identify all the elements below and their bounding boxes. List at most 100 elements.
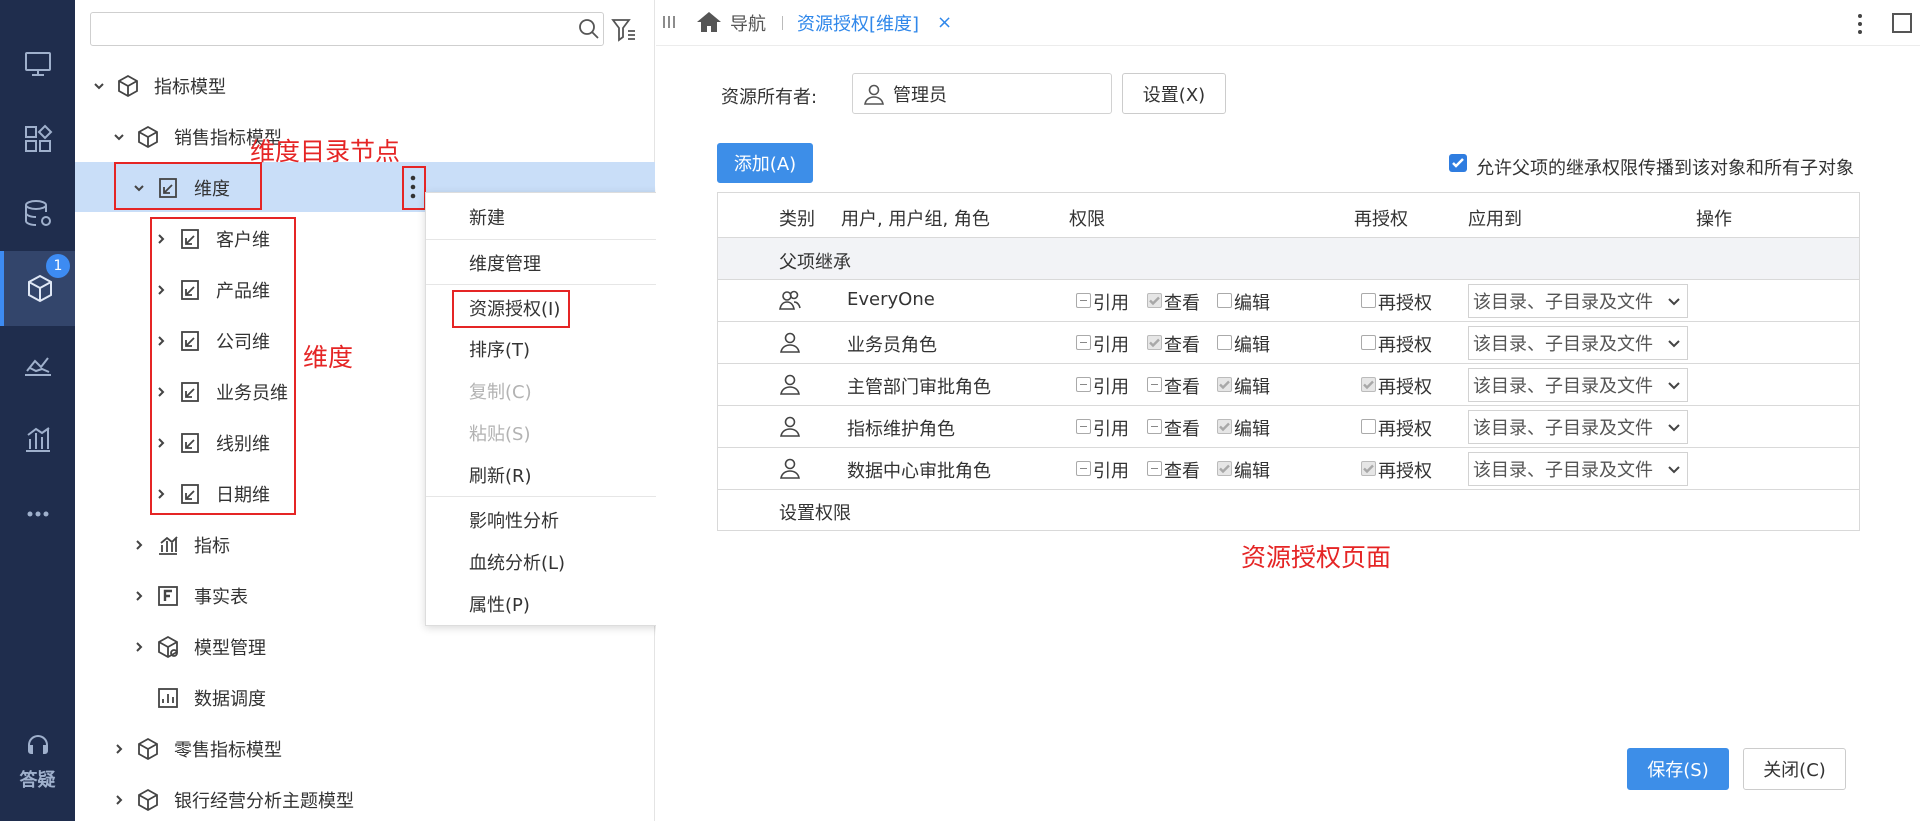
chevron-down-icon: [1668, 340, 1680, 348]
menu-item-dim-manage[interactable]: 维度管理: [426, 243, 670, 283]
chevron-right-icon[interactable]: [130, 536, 148, 554]
subject-name: 业务员角色: [847, 335, 937, 356]
menu-item-label: 复制(C): [469, 382, 532, 403]
help-label: 答疑: [19, 770, 56, 791]
regrant-checkbox[interactable]: [1361, 461, 1376, 476]
regrant-checkbox[interactable]: [1361, 419, 1376, 434]
tree-node-bank-model[interactable]: 银行经营分析主题模型: [110, 784, 354, 816]
close-tab-icon[interactable]: ×: [937, 12, 952, 33]
perm-ref-checkbox[interactable]: [1076, 335, 1091, 350]
chevron-right-icon[interactable]: [110, 740, 128, 758]
home-icon[interactable]: [696, 10, 722, 34]
chevron-right-icon[interactable]: [130, 587, 148, 605]
perm-edit-checkbox[interactable]: [1217, 335, 1232, 350]
menu-item-copy[interactable]: 复制(C): [426, 371, 670, 411]
menu-divider: [426, 496, 670, 497]
add-button[interactable]: 添加(A): [717, 143, 813, 183]
menu-item-new[interactable]: 新建: [426, 197, 670, 237]
regrant-checkbox[interactable]: [1361, 335, 1376, 350]
apply-to-value: 该目录、子目录及文件: [1473, 460, 1653, 481]
table-row: 业务员角色 引用 查看 编辑 再授权 该目录、子目录及文件: [718, 322, 1859, 364]
perm-ref-checkbox[interactable]: [1076, 419, 1091, 434]
bar-chart-icon[interactable]: [0, 401, 75, 476]
menu-item-impact[interactable]: 影响性分析: [426, 500, 670, 540]
perm-view-checkbox[interactable]: [1147, 419, 1162, 434]
nav-tab[interactable]: 导航: [730, 10, 766, 36]
menu-item-refresh[interactable]: 刷新(R): [426, 455, 670, 495]
perm-edit-checkbox[interactable]: [1217, 293, 1232, 308]
monitor-icon[interactable]: [0, 26, 75, 101]
chevron-down-icon[interactable]: [110, 128, 128, 146]
regrant-checkbox[interactable]: [1361, 377, 1376, 392]
chevron-right-icon[interactable]: [110, 791, 128, 809]
perm-edit-label: 编辑: [1234, 335, 1270, 356]
cube-icon: [116, 74, 140, 98]
tree-node-metrics[interactable]: 指标: [130, 529, 230, 561]
col-regrant: 再授权: [1354, 209, 1408, 230]
apply-to-select[interactable]: 该目录、子目录及文件: [1468, 284, 1688, 318]
schedule-icon: [156, 686, 180, 710]
tree-node-model-mgmt[interactable]: 模型管理: [130, 631, 266, 663]
owner-field[interactable]: 管理员: [852, 73, 1112, 114]
perm-view-label: 查看: [1164, 419, 1200, 440]
tree-node-retail-model[interactable]: 零售指标模型: [110, 733, 282, 765]
annotation-dimensions: 维度: [303, 343, 354, 372]
apply-to-select[interactable]: 该目录、子目录及文件: [1468, 368, 1688, 402]
notification-badge: 1: [46, 254, 70, 278]
perm-ref-label: 引用: [1093, 335, 1129, 356]
menu-item-paste[interactable]: 粘贴(S): [426, 413, 670, 453]
apply-to-select[interactable]: 该目录、子目录及文件: [1468, 410, 1688, 444]
more-vertical-icon[interactable]: [1856, 12, 1864, 36]
chevron-down-icon[interactable]: [90, 77, 108, 95]
apps-icon[interactable]: [0, 101, 75, 176]
menu-item-label: 排序(T): [469, 340, 531, 361]
regrant-checkbox[interactable]: [1361, 293, 1376, 308]
perm-view-checkbox[interactable]: [1147, 335, 1162, 350]
col-category: 类别: [779, 209, 815, 230]
close-button[interactable]: 关闭(C): [1743, 748, 1846, 790]
inherit-checkbox[interactable]: [1449, 154, 1467, 172]
perm-view-checkbox[interactable]: [1147, 377, 1162, 392]
regrant-label: 再授权: [1378, 335, 1432, 356]
filter-icon[interactable]: [611, 17, 637, 43]
grip-icon[interactable]: [662, 14, 676, 30]
tree-node-data-schedule[interactable]: 数据调度: [156, 682, 266, 714]
perm-ref-checkbox[interactable]: [1076, 377, 1091, 392]
apply-to-select[interactable]: 该目录、子目录及文件: [1468, 452, 1688, 486]
tab-resource-auth[interactable]: 资源授权[维度]: [797, 10, 919, 36]
fact-table-icon: [156, 584, 180, 608]
save-button[interactable]: 保存(S): [1627, 748, 1729, 790]
set-permission-row[interactable]: 设置权限: [718, 490, 1859, 532]
perm-edit-checkbox[interactable]: [1217, 377, 1232, 392]
perm-view-checkbox[interactable]: [1147, 461, 1162, 476]
chart-landscape-icon[interactable]: [0, 326, 75, 401]
table-row: 指标维护角色 引用 查看 编辑 再授权 该目录、子目录及文件: [718, 406, 1859, 448]
menu-item-lineage[interactable]: 血统分析(L): [426, 542, 670, 582]
menu-item-sort[interactable]: 排序(T): [426, 329, 670, 369]
group-label: 父项继承: [779, 252, 851, 273]
search-icon[interactable]: [578, 18, 600, 40]
perm-edit-label: 编辑: [1234, 377, 1270, 398]
help-button[interactable]: 答疑: [0, 732, 75, 792]
col-subject: 用户, 用户组, 角色: [841, 209, 990, 230]
maximize-icon[interactable]: [1892, 13, 1912, 33]
database-settings-icon[interactable]: [0, 176, 75, 251]
menu-item-properties[interactable]: 属性(P): [426, 584, 670, 624]
perm-ref-checkbox[interactable]: [1076, 461, 1091, 476]
user-icon: [778, 414, 802, 438]
tree-search-input[interactable]: [90, 12, 604, 46]
perm-edit-label: 编辑: [1234, 419, 1270, 440]
apply-to-select[interactable]: 该目录、子目录及文件: [1468, 326, 1688, 360]
perm-edit-checkbox[interactable]: [1217, 461, 1232, 476]
perm-edit-checkbox[interactable]: [1217, 419, 1232, 434]
chevron-right-icon[interactable]: [130, 638, 148, 656]
tree-node-fact-table[interactable]: 事实表: [130, 580, 248, 612]
tree-node-label: 零售指标模型: [174, 740, 282, 761]
col-apply-to: 应用到: [1468, 209, 1522, 230]
tree-node-root[interactable]: 指标模型: [90, 70, 226, 102]
set-owner-button[interactable]: 设置(X): [1122, 73, 1226, 114]
more-dots-icon[interactable]: [0, 476, 75, 551]
perm-ref-checkbox[interactable]: [1076, 293, 1091, 308]
menu-divider: [426, 239, 670, 240]
perm-view-checkbox[interactable]: [1147, 293, 1162, 308]
